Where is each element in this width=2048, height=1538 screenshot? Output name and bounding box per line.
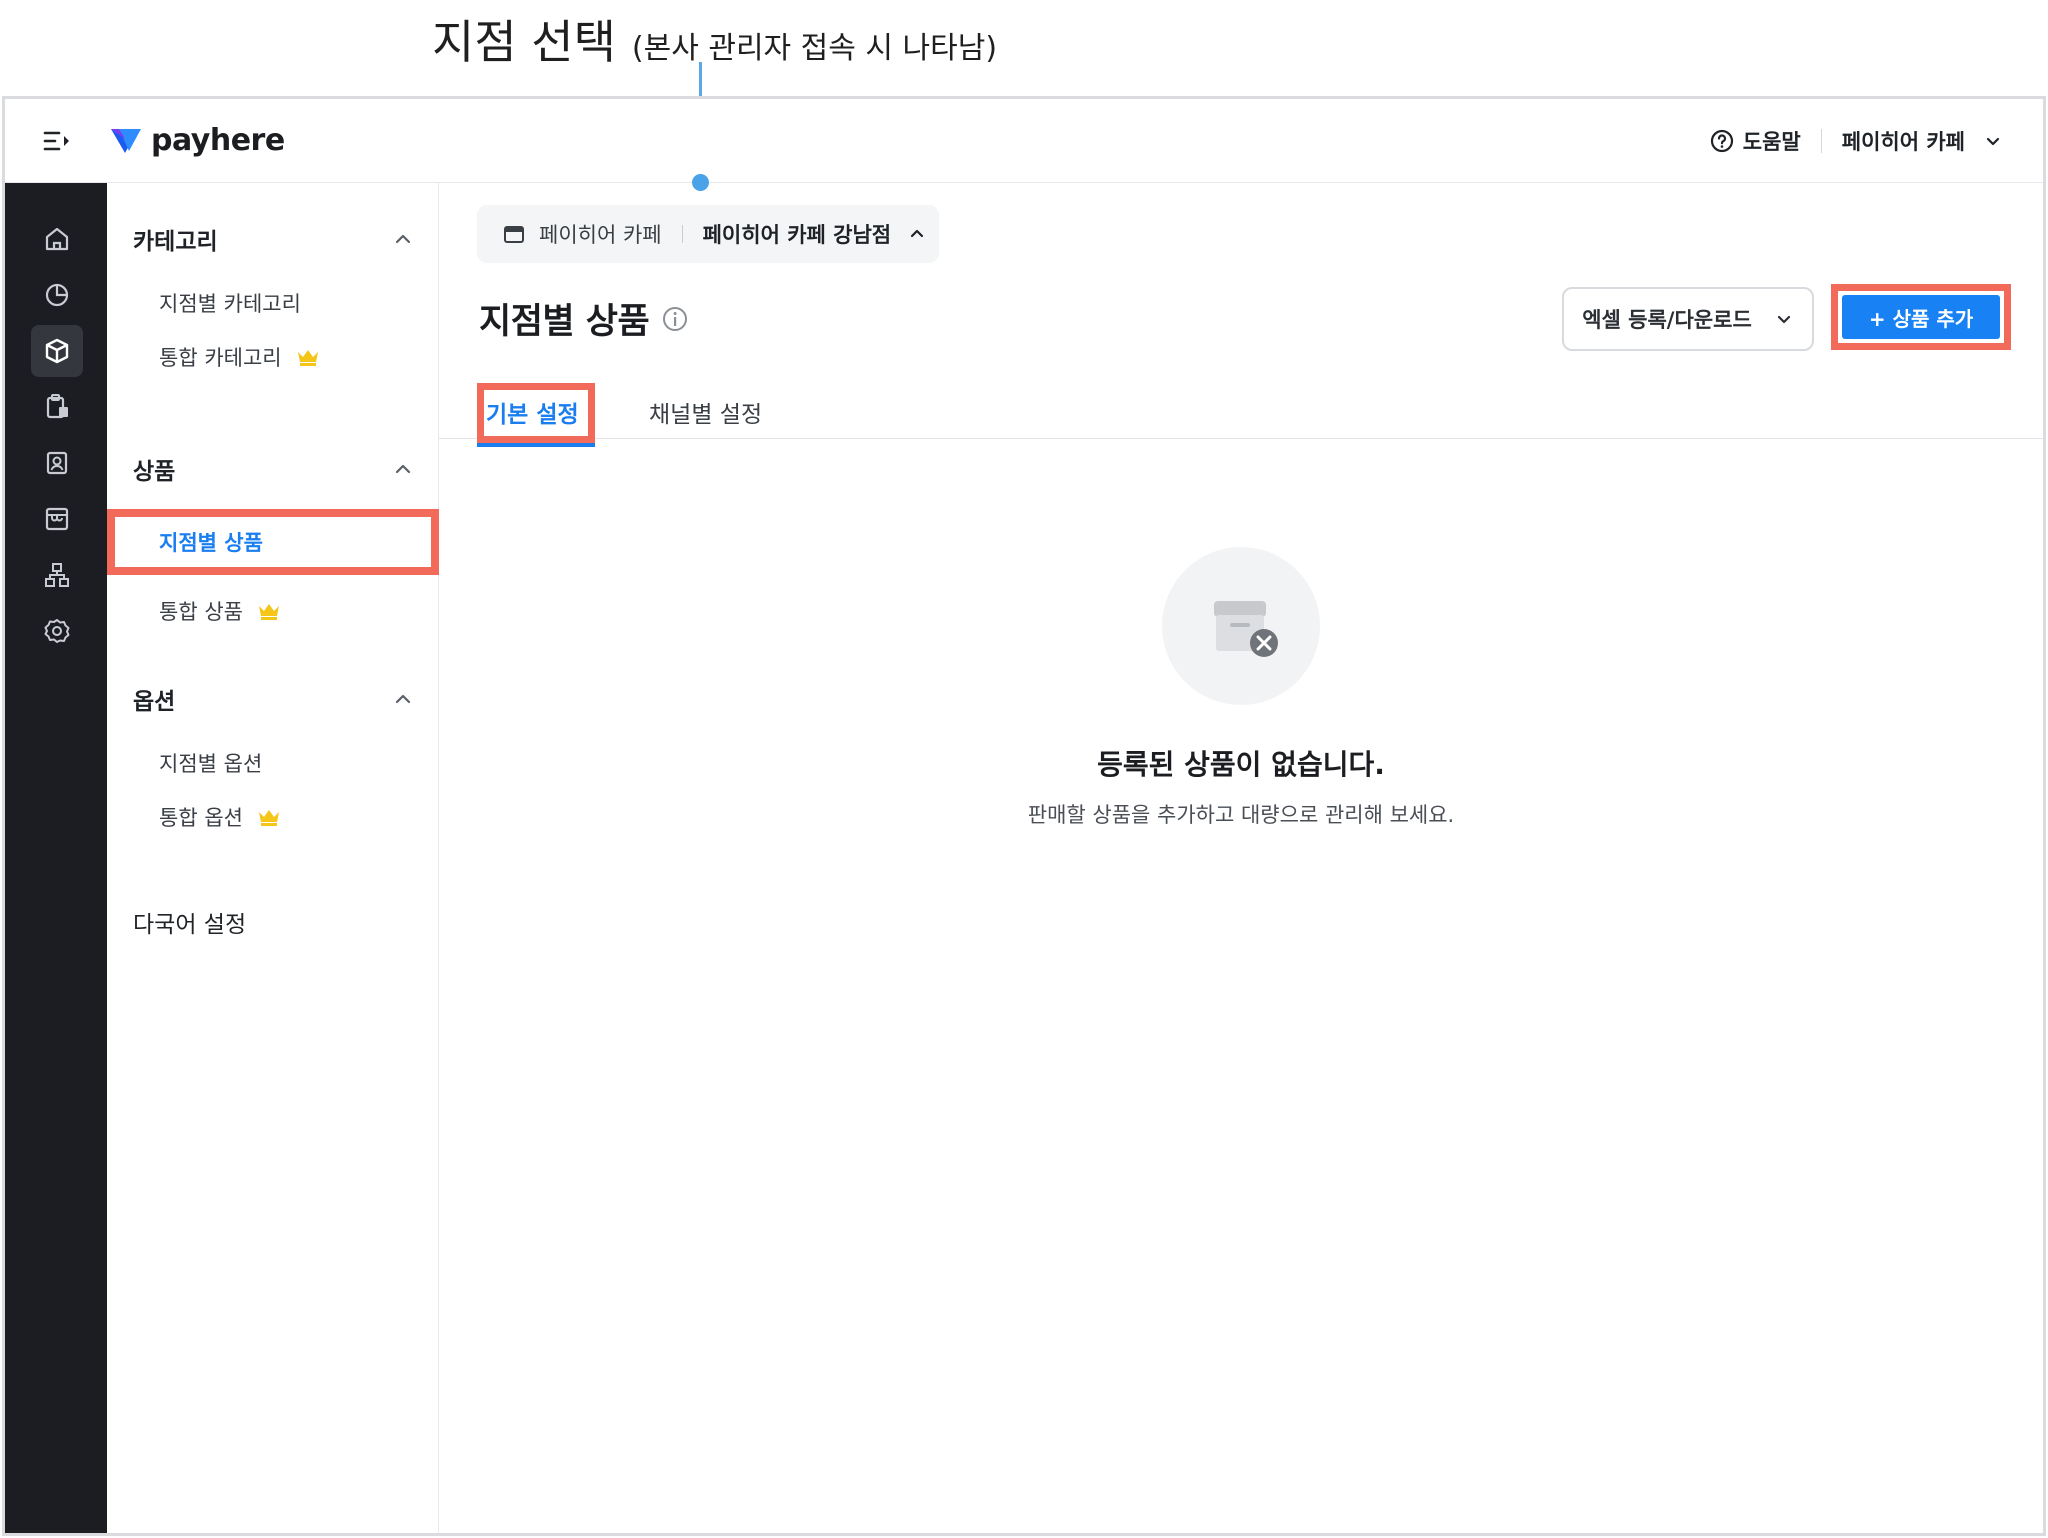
sidebar-item-integrated-option[interactable]: 통합 옵션 (159, 799, 281, 835)
add-product-highlight: + 상품 추가 (1831, 284, 2011, 350)
contact-icon (46, 451, 68, 475)
active-tab-indicator (477, 443, 595, 447)
section-product[interactable]: 상품 (133, 449, 415, 489)
store-icon (504, 226, 524, 243)
empty-state: 등록된 상품이 없습니다. 판매할 상품을 추가하고 대량으로 관리해 보세요. (439, 547, 2043, 829)
annotation-title: 지점 선택 (432, 15, 616, 69)
sidebar-item-branch-category[interactable]: 지점별 카테고리 (159, 285, 301, 321)
chevron-up-icon (395, 234, 411, 244)
sidebar-item-label: 지점별 옵션 (159, 752, 263, 776)
brand-logo[interactable]: payhere (109, 123, 285, 158)
section-category-label: 카테고리 (133, 229, 218, 255)
section-option-label: 옵션 (133, 689, 176, 715)
store-icon (45, 507, 69, 531)
branch-current-label: 페이히어 카페 강남점 (702, 223, 892, 247)
app-window: payhere 도움말 페이히어 카페 카테고리 지점별 카테고리 통합 카테고… (2, 96, 2046, 1536)
box-icon (45, 338, 69, 364)
excel-dropdown-button[interactable]: 엑셀 등록/다운로드 (1562, 287, 1814, 351)
annotation-pointer-dot (692, 174, 709, 191)
page-title: 지점별 상품 (479, 293, 689, 344)
chevron-up-icon (395, 694, 411, 704)
excel-button-label: 엑셀 등록/다운로드 (1582, 308, 1752, 332)
sidebar-item-branch-option[interactable]: 지점별 옵션 (159, 745, 262, 781)
info-icon[interactable] (661, 305, 689, 333)
branch-selector[interactable]: 페이히어 카페 페이히어 카페 강남점 (477, 205, 939, 263)
account-label: 페이히어 카페 (1841, 130, 1965, 154)
sidebar-item-label: 지점별 카테고리 (159, 292, 301, 316)
sidebar-item-language[interactable]: 다국어 설정 (133, 905, 246, 939)
empty-title: 등록된 상품이 없습니다. (1097, 748, 1385, 781)
rail-organization[interactable] (31, 549, 83, 601)
empty-illustration (1162, 547, 1320, 705)
chart-icon (45, 283, 69, 307)
divider (681, 225, 683, 243)
add-product-label: + 상품 추가 (1868, 306, 1974, 331)
crown-icon (258, 810, 279, 826)
icon-rail (5, 183, 107, 1533)
page-title-text: 지점별 상품 (479, 302, 650, 342)
empty-box-icon (1214, 601, 1278, 657)
sidebar-item-branch-product[interactable]: 지점별 상품 (107, 509, 439, 575)
clipboard-icon (46, 394, 68, 419)
rail-store[interactable] (31, 493, 83, 545)
annotation-label: 지점 선택 (본사 관리자 접속 시 나타남) (432, 6, 997, 69)
brand-name: payhere (151, 123, 285, 158)
rail-settings[interactable] (31, 605, 83, 657)
sidebar: 카테고리 지점별 카테고리 통합 카테고리 상품 지점별 상품 통합 상품 옵션… (107, 183, 439, 1533)
home-icon (45, 227, 69, 251)
tab-channel-settings[interactable]: 채널별 설정 (649, 395, 762, 429)
rail-products[interactable] (31, 325, 83, 377)
section-product-label: 상품 (133, 459, 176, 485)
tab-basic-settings[interactable]: 기본 설정 (486, 395, 579, 429)
rail-customers[interactable] (31, 437, 83, 489)
add-product-button[interactable]: + 상품 추가 (1842, 295, 2000, 339)
sidebar-item-label: 통합 카테고리 (159, 346, 282, 370)
logo-mark-icon (111, 128, 141, 153)
annotation-subtitle: (본사 관리자 접속 시 나타남) (631, 31, 998, 66)
main-content: 페이히어 카페 페이히어 카페 강남점 지점별 상품 엑셀 등록/다운로드 + … (439, 183, 2043, 1533)
chevron-up-icon (911, 229, 924, 238)
section-category[interactable]: 카테고리 (133, 219, 415, 259)
help-label: 도움말 (1742, 130, 1801, 154)
chevron-down-icon (1986, 137, 2000, 146)
empty-description: 판매할 상품을 추가하고 대량으로 관리해 보세요. (1027, 803, 1455, 827)
help-button[interactable]: 도움말 (1709, 126, 1801, 156)
divider (1820, 129, 1822, 153)
crown-icon (297, 350, 318, 366)
sidebar-item-integrated-product[interactable]: 통합 상품 (159, 593, 281, 629)
menu-toggle-icon[interactable] (41, 125, 73, 157)
top-right-actions: 도움말 페이히어 카페 (1709, 121, 2003, 161)
chevron-up-icon (395, 464, 411, 474)
crown-icon (258, 604, 279, 620)
tab-bar: 기본 설정 채널별 설정 (439, 373, 2043, 447)
rail-home[interactable] (31, 213, 83, 265)
sidebar-item-label: 통합 상품 (159, 600, 243, 624)
rail-sales[interactable] (31, 269, 83, 321)
sidebar-item-label: 통합 옵션 (159, 806, 243, 830)
gear-icon (44, 619, 70, 643)
rail-inventory[interactable] (31, 381, 83, 433)
account-menu[interactable]: 페이히어 카페 (1842, 126, 2003, 156)
sidebar-item-label: 지점별 상품 (159, 531, 263, 555)
sidebar-item-integrated-category[interactable]: 통합 카테고리 (159, 339, 320, 375)
org-icon (45, 563, 69, 587)
section-option[interactable]: 옵션 (133, 679, 415, 719)
top-bar: payhere 도움말 페이히어 카페 (5, 99, 2043, 183)
chevron-down-icon (1777, 315, 1790, 324)
help-icon (1710, 129, 1733, 153)
branch-hq-label: 페이히어 카페 (539, 223, 662, 247)
